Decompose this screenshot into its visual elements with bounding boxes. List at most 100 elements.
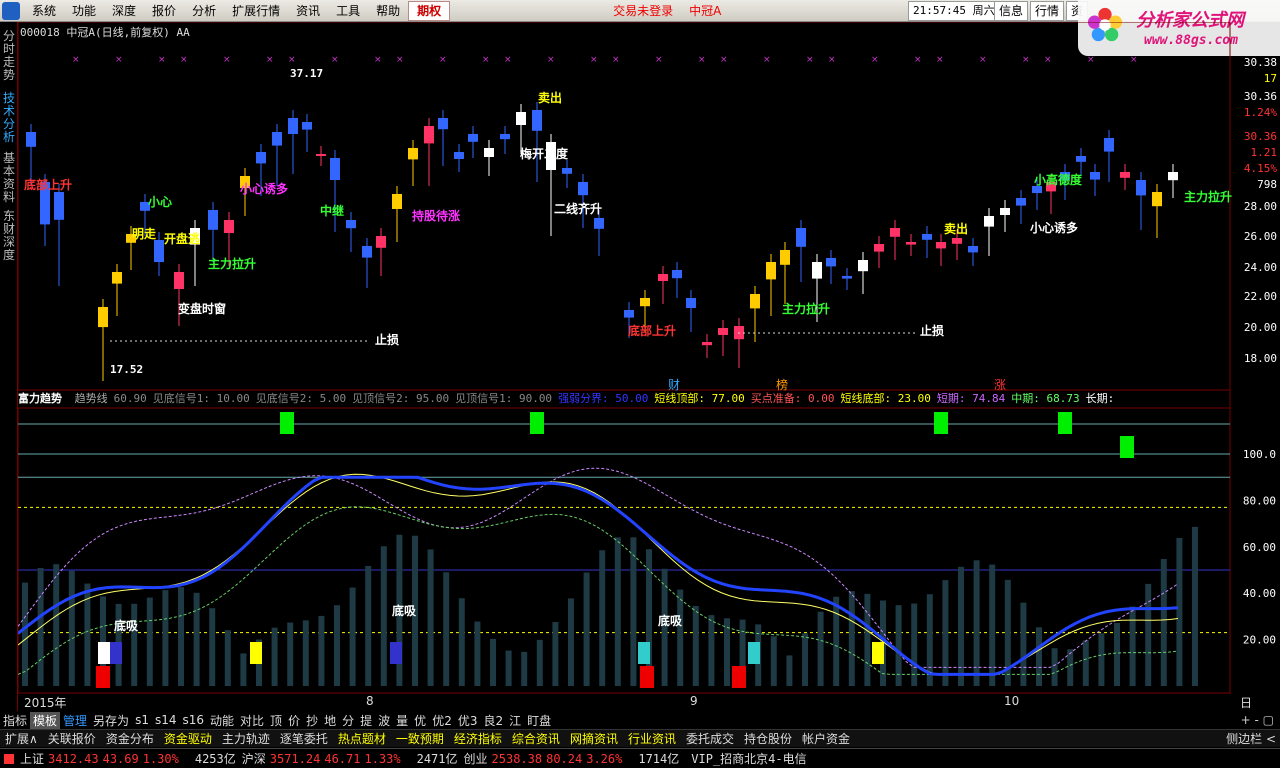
tab-eastmoney[interactable]: 东财深度	[2, 210, 16, 262]
indicator-header-item: 短线底部: 23.00	[840, 392, 931, 405]
top-signal-block	[530, 412, 544, 434]
toolbar-button[interactable]: 提	[357, 712, 375, 729]
top-marker: ×	[288, 55, 296, 65]
menu-system[interactable]: 系统	[24, 0, 64, 22]
toolbar-button[interactable]: 模板	[30, 711, 61, 729]
extension-tab[interactable]: 关联报价	[43, 730, 101, 747]
extension-tab[interactable]: 热点题材	[333, 730, 391, 747]
tab-technical[interactable]: 技术分析	[2, 92, 16, 144]
toolbar-button[interactable]: 盯盘	[524, 712, 554, 729]
extension-tab[interactable]: 逐笔委托	[275, 730, 333, 747]
top-signal-block	[1120, 436, 1134, 458]
toolbar-button[interactable]: 动能	[207, 712, 237, 729]
indicator-bar	[1051, 648, 1058, 686]
indicator-bar	[583, 572, 590, 686]
candle-body	[658, 274, 668, 281]
menu-news[interactable]: 资讯	[288, 0, 328, 22]
indicator-bar	[53, 564, 60, 686]
indicator-header-item: 强弱分界: 50.00	[558, 392, 649, 405]
top-marker: ×	[1044, 55, 1052, 65]
annotation-17: 卖出	[944, 222, 969, 236]
annotation-3: 开盘逃	[164, 232, 201, 246]
price-axis-label: 28.00	[1244, 200, 1277, 213]
menu-tools[interactable]: 工具	[328, 0, 368, 22]
toolbar-button[interactable]: 江	[506, 712, 524, 729]
zoom-controls[interactable]: + - ▢	[1241, 713, 1274, 727]
stop-loss-label-2: 止损	[920, 324, 945, 338]
extension-tab[interactable]: 经济指标	[449, 730, 507, 747]
indicator-header-item: 见顶信号1: 90.00	[455, 392, 553, 405]
trade-login-status[interactable]: 交易未登录	[613, 2, 673, 19]
menu-function[interactable]: 功能	[64, 0, 104, 22]
price-axis-label: 4.15%	[1244, 162, 1277, 175]
indicator-bar	[911, 603, 918, 686]
toolbar-button[interactable]: 价	[285, 712, 303, 729]
top-marker: ×	[720, 55, 728, 65]
indicator-bar	[864, 593, 871, 686]
toolbar-button[interactable]: 另存为	[90, 712, 132, 729]
indicator-grid	[18, 423, 1230, 634]
candle-body	[346, 220, 356, 229]
menu-depth[interactable]: 深度	[104, 0, 144, 22]
extension-tab[interactable]: 网摘资讯	[565, 730, 623, 747]
cy-label[interactable]: 创业	[464, 750, 488, 767]
toolbar-button[interactable]: 量	[393, 712, 411, 729]
extension-tab[interactable]: 委托成交	[681, 730, 739, 747]
indicator-bar	[895, 605, 902, 686]
toolbar-button[interactable]: s1	[132, 713, 152, 727]
candle-body	[1090, 172, 1100, 180]
toolbar-button[interactable]: 优2	[429, 712, 455, 729]
toolbar-button[interactable]: 管理	[60, 712, 90, 729]
tab-fundamentals[interactable]: 基本资料	[2, 152, 16, 204]
toolbar-button[interactable]: 波	[375, 712, 393, 729]
sidebar-toggle[interactable]: 侧边栏 <	[1226, 730, 1276, 747]
sh-label[interactable]: 上证	[20, 750, 44, 767]
indicator-bar	[380, 546, 387, 686]
toolbar-button[interactable]: 指标	[0, 712, 30, 729]
menu-help[interactable]: 帮助	[368, 0, 408, 22]
extension-tab[interactable]: 帐户资金	[797, 730, 855, 747]
indicator-bar	[474, 621, 481, 686]
extension-tab[interactable]: 扩展∧	[0, 730, 43, 747]
top-marker: ×	[115, 55, 123, 65]
info-button[interactable]: 信息	[994, 1, 1029, 21]
menu-options-tab[interactable]: 期权	[408, 0, 451, 21]
extension-tab[interactable]: 资金驱动	[159, 730, 217, 747]
tab-intraday[interactable]: 分时走势	[2, 30, 16, 82]
toolbar-button[interactable]: s16	[179, 713, 207, 727]
toolbar-button[interactable]: 分	[339, 712, 357, 729]
menu-analysis[interactable]: 分析	[184, 0, 224, 22]
toolbar-button[interactable]: 优	[411, 712, 429, 729]
toolbar-button[interactable]: 良2	[480, 712, 506, 729]
toolbar-button[interactable]: s14	[152, 713, 180, 727]
candle-body	[1104, 138, 1114, 152]
indicator-name[interactable]: 富力趋势	[18, 392, 62, 405]
indicator-bottom-label-1: 底吸	[114, 619, 139, 633]
extension-tab[interactable]: 资金分布	[101, 730, 159, 747]
toolbar-button[interactable]: 顶	[267, 712, 285, 729]
hs-index: 3571.24	[269, 751, 321, 766]
menu-quote[interactable]: 报价	[144, 0, 184, 22]
indicator-bar	[240, 653, 247, 686]
menu-ext-market[interactable]: 扩展行情	[224, 0, 288, 22]
extension-tab[interactable]: 行业资讯	[623, 730, 681, 747]
candle-body	[672, 270, 682, 279]
candle-body	[224, 220, 234, 233]
indicator-bar	[1114, 622, 1120, 686]
market-button[interactable]: 行情	[1030, 1, 1065, 21]
hs-label[interactable]: 沪深	[242, 750, 266, 767]
extension-tab[interactable]: 主力轨迹	[217, 730, 275, 747]
up-arrow-icon	[4, 753, 14, 764]
extension-tab[interactable]: 持仓股份	[739, 730, 797, 747]
server-name[interactable]: VIP_招商北京4-电信	[691, 750, 806, 767]
toolbar-button[interactable]: 抄	[303, 712, 321, 729]
toolbar-button[interactable]: 地	[321, 712, 339, 729]
candle-body	[112, 272, 122, 284]
extension-tab[interactable]: 综合资讯	[507, 730, 565, 747]
toolbar-button[interactable]: 优3	[455, 712, 481, 729]
top-marker: ×	[482, 55, 490, 65]
kline-chart[interactable]: 30.38 17 30.36 1.24% 30.36 1.21 4.15% 798 28.00 2…	[18, 22, 1280, 694]
extension-tab[interactable]: 一致预期	[391, 730, 449, 747]
app-icon[interactable]	[2, 1, 20, 20]
toolbar-button[interactable]: 对比	[237, 712, 267, 729]
